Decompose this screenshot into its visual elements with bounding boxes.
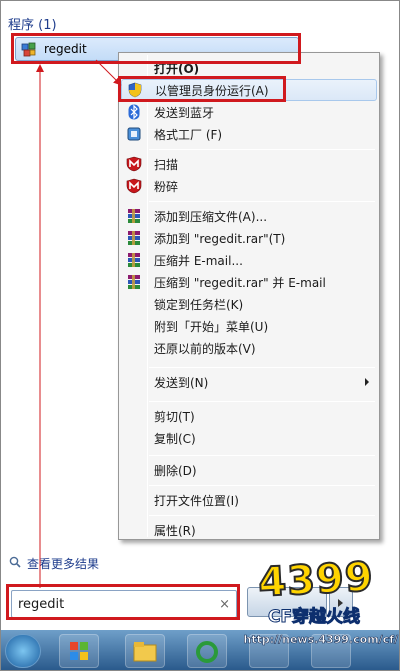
menu-item-label: 复制(C) xyxy=(154,431,196,446)
winrar-icon xyxy=(121,205,147,227)
mcafee-shield-icon xyxy=(121,175,147,197)
menu-item-delete[interactable]: 删除(D) xyxy=(121,459,377,481)
menu-separator xyxy=(149,401,375,402)
menu-item-add-to-regedit-rar[interactable]: 添加到 "regedit.rar"(T) xyxy=(121,227,377,249)
programs-section-header: 程序 (1) xyxy=(8,18,57,33)
taskbar-windows-icon[interactable] xyxy=(59,634,99,668)
menu-item-open[interactable]: 打开(O) xyxy=(121,57,377,79)
menu-item-pin-start[interactable]: 附到「开始」菜单(U) xyxy=(121,315,377,337)
menu-item-label: 发送到(N) xyxy=(154,375,209,390)
menu-item-run-as-admin[interactable]: 以管理员身份运行(A) xyxy=(121,79,377,101)
menu-item-label: 删除(D) xyxy=(154,463,197,478)
watermark-url: http://news.4399.com/cf/ xyxy=(243,633,398,647)
menu-item-label: 压缩并 E-mail... xyxy=(154,253,243,268)
menu-item-properties[interactable]: 属性(R) xyxy=(121,519,377,541)
regedit-icon xyxy=(20,40,38,58)
winrar-icon xyxy=(121,271,147,293)
menu-item-label: 剪切(T) xyxy=(154,409,195,424)
mcafee-shield-icon xyxy=(121,153,147,175)
menu-item-cut[interactable]: 剪切(T) xyxy=(121,405,377,427)
taskbar-folder-icon[interactable] xyxy=(125,634,165,668)
start-orb-button[interactable] xyxy=(5,634,41,668)
uac-shield-icon xyxy=(122,79,148,101)
watermark-logo: 4399 xyxy=(256,553,376,607)
start-search-input[interactable]: regedit × xyxy=(11,590,237,618)
menu-item-label: 以管理员身份运行(A) xyxy=(155,83,269,98)
menu-item-add-to-archive[interactable]: 添加到压缩文件(A)... xyxy=(121,205,377,227)
menu-separator xyxy=(149,367,375,368)
menu-separator xyxy=(149,149,375,150)
menu-item-scan[interactable]: 扫描 xyxy=(121,153,377,175)
menu-separator xyxy=(149,455,375,456)
menu-item-label: 锁定到任务栏(K) xyxy=(154,297,244,312)
menu-item-label: 添加到压缩文件(A)... xyxy=(154,209,268,224)
submenu-arrow-icon xyxy=(365,378,369,386)
menu-separator xyxy=(149,515,375,516)
menu-item-label: 附到「开始」菜单(U) xyxy=(154,319,269,334)
menu-item-label: 粉碎 xyxy=(154,179,179,194)
menu-separator xyxy=(149,485,375,486)
menu-item-copy[interactable]: 复制(C) xyxy=(121,427,377,449)
menu-item-label: 还原以前的版本(V) xyxy=(154,341,256,356)
menu-item-label: 扫描 xyxy=(154,157,179,172)
search-result-label: regedit xyxy=(44,42,87,56)
menu-item-label: 添加到 "regedit.rar"(T) xyxy=(154,231,286,246)
see-more-results-link[interactable]: 查看更多结果 xyxy=(9,555,99,572)
menu-item-label: 发送到蓝牙 xyxy=(154,105,215,120)
bluetooth-icon xyxy=(121,101,147,123)
clear-search-icon[interactable]: × xyxy=(219,597,230,612)
menu-item-open-file-location[interactable]: 打开文件位置(I) xyxy=(121,489,377,511)
menu-separator xyxy=(149,201,375,202)
search-icon xyxy=(9,556,21,571)
winrar-icon xyxy=(121,249,147,271)
search-input-value: regedit xyxy=(18,596,65,612)
menu-item-compress-to-rar-email[interactable]: 压缩到 "regedit.rar" 并 E-mail xyxy=(121,271,377,293)
menu-item-send-bluetooth[interactable]: 发送到蓝牙 xyxy=(121,101,377,123)
menu-item-restore-previous[interactable]: 还原以前的版本(V) xyxy=(121,337,377,359)
winrar-icon xyxy=(121,227,147,249)
menu-item-shred[interactable]: 粉碎 xyxy=(121,175,377,197)
menu-item-format-factory[interactable]: 格式工厂 (F) xyxy=(121,123,377,145)
menu-item-label: 格式工厂 (F) xyxy=(154,127,223,142)
menu-item-send-to[interactable]: 发送到(N) xyxy=(121,371,377,393)
watermark-subtitle: CF穿越火线 xyxy=(267,607,361,628)
menu-item-label: 打开文件位置(I) xyxy=(154,493,239,508)
format-factory-icon xyxy=(121,123,147,145)
menu-item-pin-taskbar[interactable]: 锁定到任务栏(K) xyxy=(121,293,377,315)
menu-item-label: 压缩到 "regedit.rar" 并 E-mail xyxy=(154,275,326,290)
menu-item-compress-email[interactable]: 压缩并 E-mail... xyxy=(121,249,377,271)
see-more-label: 查看更多结果 xyxy=(27,557,100,571)
menu-item-label: 属性(R) xyxy=(154,523,196,538)
context-menu: 打开(O) 以管理员身份运行(A) 发送到蓝牙 格式工厂 (F) 扫描 粉碎 添… xyxy=(118,52,380,540)
menu-item-label: 打开(O) xyxy=(154,61,200,76)
